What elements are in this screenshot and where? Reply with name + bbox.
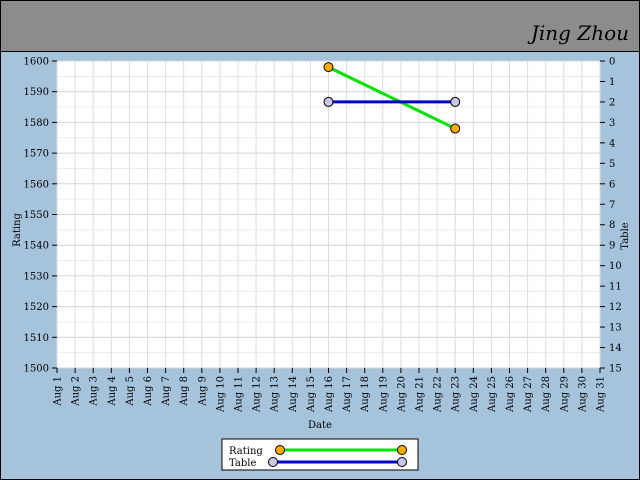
y-axis-left-title: Rating bbox=[12, 213, 23, 247]
x-tick-label: Aug 16 bbox=[324, 376, 335, 413]
y-right-tick-label: 1 bbox=[609, 77, 615, 88]
x-tick-label: Aug 11 bbox=[234, 376, 245, 413]
legend-marker-table-start bbox=[268, 457, 278, 467]
data-point-table bbox=[323, 96, 334, 107]
y-left-tick-label: 1550 bbox=[24, 210, 49, 221]
data-point-rating bbox=[450, 123, 461, 134]
y-right-tick-label: 5 bbox=[609, 159, 615, 170]
grid-lines bbox=[56, 60, 601, 369]
x-tick-label: Aug 26 bbox=[505, 376, 516, 413]
x-tick-label: Aug 1 bbox=[53, 376, 64, 407]
x-tick-label: Aug 22 bbox=[433, 376, 444, 413]
x-tick-label: Aug 27 bbox=[523, 376, 534, 413]
x-tick-label: Aug 29 bbox=[559, 376, 570, 413]
x-tick-label: Aug 4 bbox=[107, 376, 118, 407]
y-right-tick-label: 7 bbox=[609, 200, 615, 211]
y-left-tick-label: 1580 bbox=[24, 118, 49, 129]
x-tick-label: Aug 30 bbox=[577, 376, 588, 413]
y-right-tick-label: 12 bbox=[609, 302, 622, 313]
y-right-tick-label: 15 bbox=[609, 364, 622, 375]
legend-label-rating: Rating bbox=[229, 446, 263, 457]
y-right-tick-label: 4 bbox=[609, 138, 615, 149]
y-left-tick-label: 1530 bbox=[24, 271, 49, 282]
y-right-tick-label: 14 bbox=[609, 343, 622, 354]
x-tick-label: Aug 12 bbox=[252, 376, 263, 413]
y-left-tick-label: 1590 bbox=[24, 87, 49, 98]
x-axis-title: Date bbox=[308, 420, 332, 431]
legend-marker-table-end bbox=[397, 457, 407, 467]
y-left-tick-label: 1560 bbox=[24, 179, 49, 190]
y-right-tick-label: 3 bbox=[609, 118, 615, 129]
x-tick-label: Aug 3 bbox=[89, 376, 100, 407]
x-tick-label: Aug 18 bbox=[360, 376, 371, 413]
legend: Rating Table bbox=[221, 438, 419, 471]
x-tick-label: Aug 5 bbox=[125, 376, 136, 407]
x-tick-label: Aug 31 bbox=[596, 376, 607, 413]
y-right-tick-label: 13 bbox=[609, 323, 622, 334]
y-right-tick-label: 8 bbox=[609, 220, 615, 231]
data-point-table bbox=[450, 96, 461, 107]
x-tick-label: Aug 2 bbox=[71, 376, 82, 407]
y-right-tick-label: 10 bbox=[609, 261, 622, 272]
x-tick-label: Aug 8 bbox=[179, 376, 190, 407]
legend-marker-rating-end bbox=[397, 445, 407, 455]
x-tick-label: Aug 17 bbox=[342, 376, 353, 413]
x-tick-label: Aug 21 bbox=[415, 376, 426, 413]
x-tick-label: Aug 6 bbox=[143, 376, 154, 407]
data-point-rating bbox=[323, 62, 334, 73]
legend-label-table: Table bbox=[229, 458, 256, 469]
x-tick-label: Aug 28 bbox=[541, 376, 552, 413]
x-tick-label: Aug 13 bbox=[270, 376, 281, 413]
legend-marker-rating-start bbox=[275, 445, 285, 455]
y-right-tick-label: 0 bbox=[609, 57, 615, 68]
y-right-tick-label: 9 bbox=[609, 241, 615, 252]
y-left-tick-label: 1510 bbox=[24, 333, 49, 344]
x-tick-label: Aug 10 bbox=[215, 376, 226, 413]
y-axis-right-title: Table bbox=[620, 222, 631, 249]
x-tick-label: Aug 7 bbox=[161, 376, 172, 407]
y-left-tick-label: 1570 bbox=[24, 149, 49, 160]
x-tick-label: Aug 9 bbox=[197, 376, 208, 407]
y-right-tick-label: 6 bbox=[609, 179, 615, 190]
y-left-tick-label: 1520 bbox=[24, 302, 49, 313]
x-tick-label: Aug 20 bbox=[396, 376, 407, 413]
x-tick-label: Aug 19 bbox=[378, 376, 389, 413]
y-left-tick-label: 1540 bbox=[24, 241, 49, 252]
y-right-tick-label: 11 bbox=[609, 282, 622, 293]
x-tick-label: Aug 25 bbox=[487, 376, 498, 413]
y-left-tick-label: 1600 bbox=[24, 57, 49, 68]
x-tick-label: Aug 24 bbox=[469, 376, 480, 413]
x-tick-label: Aug 14 bbox=[288, 376, 299, 413]
x-tick-label: Aug 23 bbox=[451, 376, 462, 413]
x-tick-label: Aug 15 bbox=[306, 376, 317, 413]
chart-svg: 1500151015201530154015501560157015801590… bbox=[12, 57, 631, 471]
y-left-tick-label: 1500 bbox=[24, 364, 49, 375]
y-right-tick-label: 2 bbox=[609, 97, 615, 108]
